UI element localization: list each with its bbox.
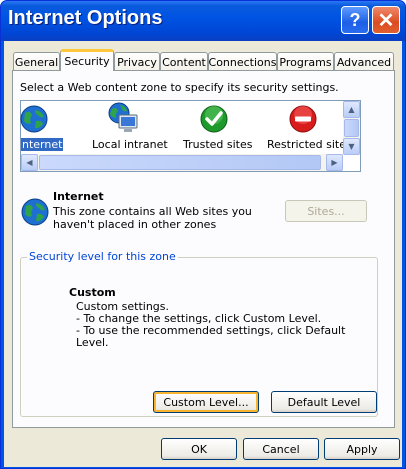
zone-label-local-intranet: Local intranet (92, 138, 168, 151)
title-bar[interactable]: Internet Options ? ✕ (1, 1, 405, 41)
scroll-up-icon[interactable]: ▲ (343, 101, 360, 118)
tab-connections[interactable]: Connections (208, 52, 277, 71)
scroll-right-icon[interactable]: ▶ (326, 154, 343, 171)
security-level-name: Custom (69, 286, 116, 299)
computer-globe-icon (108, 102, 138, 132)
zone-item-internet[interactable]: nternet (20, 101, 64, 153)
tab-programs[interactable]: Programs (277, 52, 334, 71)
security-level-line: - To use the recommended settings, click… (76, 324, 346, 349)
zone-info-title: Internet (53, 190, 104, 203)
globe-icon (21, 198, 49, 226)
zone-list-vertical-scrollbar[interactable]: ▲ ▼ (343, 101, 360, 155)
zone-item-trusted-sites[interactable]: Trusted sites (179, 101, 253, 153)
horizontal-scroll-thumb[interactable] (39, 155, 321, 170)
red-restricted-icon (289, 105, 317, 133)
zone-list-horizontal-scrollbar[interactable]: ◀ ▶ (21, 154, 343, 171)
security-level-group-label: Security level for this zone (27, 250, 178, 263)
default-level-button[interactable]: Default Level (271, 391, 377, 413)
custom-level-button[interactable]: Custom Level... (153, 391, 259, 413)
internet-options-window: Internet Options ? ✕ General Security Pr… (0, 0, 406, 469)
tab-security[interactable]: Security (60, 49, 114, 71)
dialog-client-area: General Security Privacy Content Connect… (4, 41, 402, 467)
security-level-group: Security level for this zone Custom Cust… (20, 250, 378, 417)
zone-info-description: This zone contains all Web sites you hav… (53, 205, 252, 231)
security-level-description: Custom settings. - To change the setting… (76, 301, 376, 349)
zone-label-trusted-sites: Trusted sites (183, 138, 253, 151)
sites-button[interactable]: Sites... (285, 200, 367, 222)
security-tab-panel: Select a Web content zone to specify its… (12, 70, 395, 428)
ok-button[interactable]: OK (161, 438, 237, 460)
tab-advanced[interactable]: Advanced (334, 52, 394, 71)
window-title: Internet Options (8, 7, 163, 29)
apply-button[interactable]: Apply (324, 438, 400, 460)
zone-item-restricted-sites[interactable]: Restricted sites (267, 101, 352, 153)
help-button[interactable]: ? (341, 6, 369, 34)
close-button[interactable]: ✕ (372, 6, 400, 34)
tab-general[interactable]: General (13, 52, 60, 71)
zone-label-internet: nternet (21, 138, 64, 151)
cancel-button[interactable]: Cancel (243, 438, 319, 460)
green-check-icon (200, 105, 228, 133)
zone-label-restricted-sites: Restricted sites (267, 138, 352, 151)
vertical-scroll-thumb[interactable] (344, 119, 359, 137)
zone-instruction: Select a Web content zone to specify its… (20, 81, 339, 94)
scroll-left-icon[interactable]: ◀ (21, 154, 38, 171)
tab-privacy[interactable]: Privacy (114, 52, 160, 71)
scroll-down-icon[interactable]: ▼ (343, 138, 360, 155)
zone-item-local-intranet[interactable]: Local intranet (89, 101, 168, 153)
zone-list[interactable]: nternet Local intranet Trusted sites Res… (20, 100, 361, 172)
tab-content[interactable]: Content (160, 52, 208, 71)
globe-icon (20, 105, 48, 133)
